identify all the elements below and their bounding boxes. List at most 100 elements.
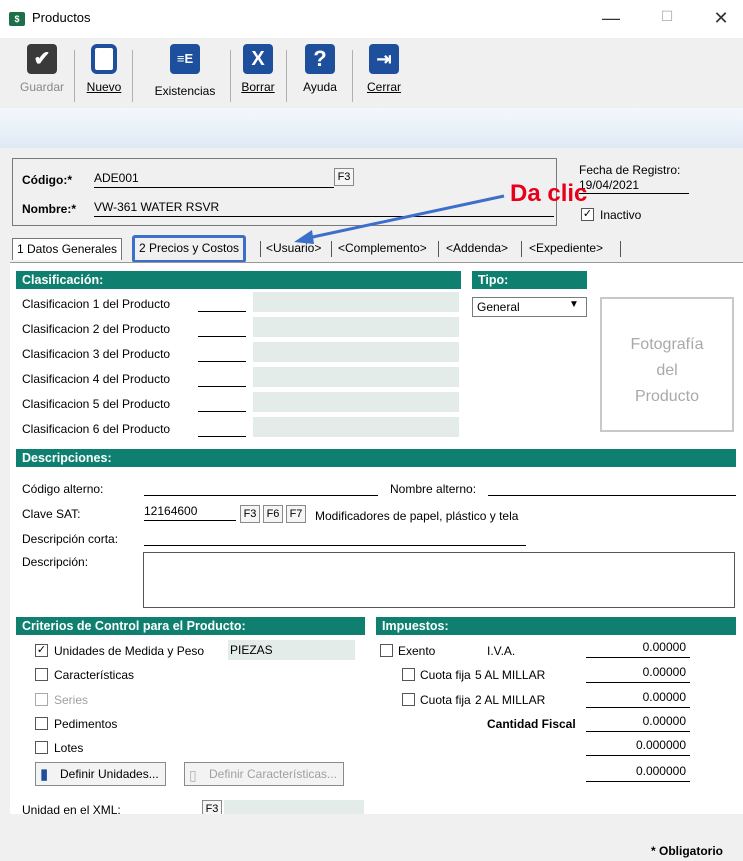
caracteristicas-label: Características: [54, 668, 135, 682]
cuota-fija-5-label: Cuota fija: [420, 668, 471, 682]
clave-sat-label: Clave SAT:: [22, 507, 81, 521]
codigo-alterno-label: Código alterno:: [22, 482, 104, 496]
cuota-fija-2-label: Cuota fija: [420, 693, 471, 707]
tab-separator: [620, 241, 621, 257]
al-millar-2-value[interactable]: 0.00000: [586, 690, 690, 708]
tipo-header: Tipo:: [472, 271, 587, 289]
tab-usuario[interactable]: <Usuario>: [262, 238, 325, 260]
series-checkbox[interactable]: [35, 693, 48, 706]
impuestos-header: Impuestos:: [376, 617, 736, 635]
clasificacion-5-desc: [253, 392, 459, 412]
delete-icon: X: [243, 44, 273, 74]
tab-precios-costos[interactable]: 2 Precios y Costos: [132, 235, 247, 263]
extra-value-2[interactable]: 0.000000: [586, 764, 690, 782]
guardar-button[interactable]: ✔ Guardar: [14, 44, 70, 102]
lotes-label: Lotes: [54, 741, 84, 755]
clasificacion-1-input[interactable]: [198, 294, 246, 312]
toolbar-separator: [230, 50, 231, 102]
obligatorio-note: * Obligatorio: [651, 844, 723, 858]
clasificacion-5-label: Clasificacion 5 del Producto: [22, 397, 171, 411]
nombre-label: Nombre:*: [22, 202, 77, 216]
descripciones-header: Descripciones:: [16, 449, 736, 467]
tab-addenda[interactable]: <Addenda>: [442, 238, 512, 260]
cuota-fija-5-checkbox[interactable]: [402, 668, 415, 681]
descripcion-corta-input[interactable]: [144, 528, 526, 546]
clasificacion-2-input[interactable]: [198, 319, 246, 337]
product-photo[interactable]: Fotografía del Producto: [600, 297, 734, 432]
definir-unidades-label: Definir Unidades...: [60, 767, 159, 781]
definir-unidades-button[interactable]: ▮ Definir Unidades...: [35, 762, 166, 786]
pedimentos-label: Pedimentos: [54, 717, 118, 731]
inactivo-checkbox[interactable]: ✓: [581, 208, 594, 221]
codigo-input[interactable]: ADE001: [94, 170, 334, 188]
cantidad-fiscal-value[interactable]: 0.00000: [586, 714, 690, 732]
descripcion-textarea[interactable]: [143, 552, 735, 608]
fecha-registro-label: Fecha de Registro:: [579, 163, 681, 177]
unidades-label: Unidades de Medida y Peso: [54, 644, 205, 658]
nuevo-button[interactable]: Nuevo: [80, 44, 128, 102]
unidades-checkbox[interactable]: ✓: [35, 644, 48, 657]
codigo-label: Código:*: [22, 173, 72, 187]
clave-sat-input[interactable]: 12164600: [144, 503, 236, 521]
al-millar-2-label: 2 AL MILLAR: [475, 693, 546, 707]
al-millar-5-value[interactable]: 0.00000: [586, 665, 690, 683]
codigo-alterno-input[interactable]: [144, 478, 378, 496]
codigo-f3-button[interactable]: F3: [334, 168, 354, 186]
clasificacion-4-label: Clasificacion 4 del Producto: [22, 372, 171, 386]
exit-door-icon: ⇥: [369, 44, 399, 74]
clasificacion-3-input[interactable]: [198, 344, 246, 362]
existencias-button[interactable]: ≡E Existencias: [146, 44, 224, 102]
tab-complemento[interactable]: <Complemento>: [334, 238, 431, 260]
check-icon: ✔: [27, 44, 57, 74]
borrar-button[interactable]: X Borrar: [236, 44, 280, 102]
toolbar-band: [0, 108, 743, 148]
nombre-alterno-input[interactable]: [488, 478, 736, 496]
exento-checkbox[interactable]: [380, 644, 393, 657]
tab-expediente[interactable]: <Expediente>: [525, 238, 607, 260]
toolbar-separator: [74, 50, 75, 102]
tab-separator: [260, 241, 261, 257]
photo-line-2: del: [656, 362, 678, 379]
fecha-registro-input[interactable]: 19/04/2021: [579, 178, 689, 194]
clasificacion-2-desc: [253, 317, 459, 337]
inventory-icon: ≡E: [170, 44, 200, 74]
cerrar-button[interactable]: ⇥ Cerrar: [358, 44, 410, 102]
series-label: Series: [54, 693, 89, 707]
clasificacion-3-desc: [253, 342, 459, 362]
unidades-value: PIEZAS: [228, 640, 355, 660]
maximize-button[interactable]: ☐: [652, 8, 682, 25]
cantidad-fiscal-label: Cantidad Fiscal: [487, 717, 576, 731]
chevron-down-icon: ▼: [569, 299, 579, 310]
clasificacion-6-input[interactable]: [198, 419, 246, 437]
clasificacion-1-desc: [253, 292, 459, 312]
minimize-button[interactable]: —: [596, 8, 626, 29]
clasificacion-5-input[interactable]: [198, 394, 246, 412]
clave-sat-f7-button[interactable]: F7: [286, 505, 306, 523]
ayuda-button[interactable]: ? Ayuda: [294, 44, 346, 102]
extra-value-1[interactable]: 0.000000: [586, 738, 690, 756]
lotes-checkbox[interactable]: [35, 741, 48, 754]
iva-value[interactable]: 0.00000: [586, 640, 690, 658]
definir-caracteristicas-button[interactable]: ▯ Definir Características...: [184, 762, 345, 786]
status-bar: [0, 814, 743, 861]
toolbar-separator: [132, 50, 133, 102]
clave-sat-f3-button[interactable]: F3: [240, 505, 260, 523]
clasificacion-6-desc: [253, 417, 459, 437]
features-icon: ▯: [189, 767, 197, 783]
descripcion-corta-label: Descripción corta:: [22, 532, 119, 546]
clasificacion-4-input[interactable]: [198, 369, 246, 387]
inactivo-label: Inactivo: [600, 208, 642, 222]
clave-sat-f6-button[interactable]: F6: [263, 505, 283, 523]
exento-label: Exento: [398, 644, 436, 658]
tipo-select-value: General: [477, 300, 520, 314]
tab-datos-generales[interactable]: 1 Datos Generales: [12, 238, 123, 260]
close-button[interactable]: ✕: [706, 8, 736, 29]
app-icon: $: [9, 12, 25, 26]
descripcion-label: Descripción:: [22, 555, 89, 569]
tipo-select[interactable]: General ▼: [472, 297, 587, 317]
clasificacion-6-label: Clasificacion 6 del Producto: [22, 422, 171, 436]
nombre-alterno-label: Nombre alterno:: [390, 482, 477, 496]
pedimentos-checkbox[interactable]: [35, 717, 48, 730]
caracteristicas-checkbox[interactable]: [35, 668, 48, 681]
cuota-fija-2-checkbox[interactable]: [402, 693, 415, 706]
